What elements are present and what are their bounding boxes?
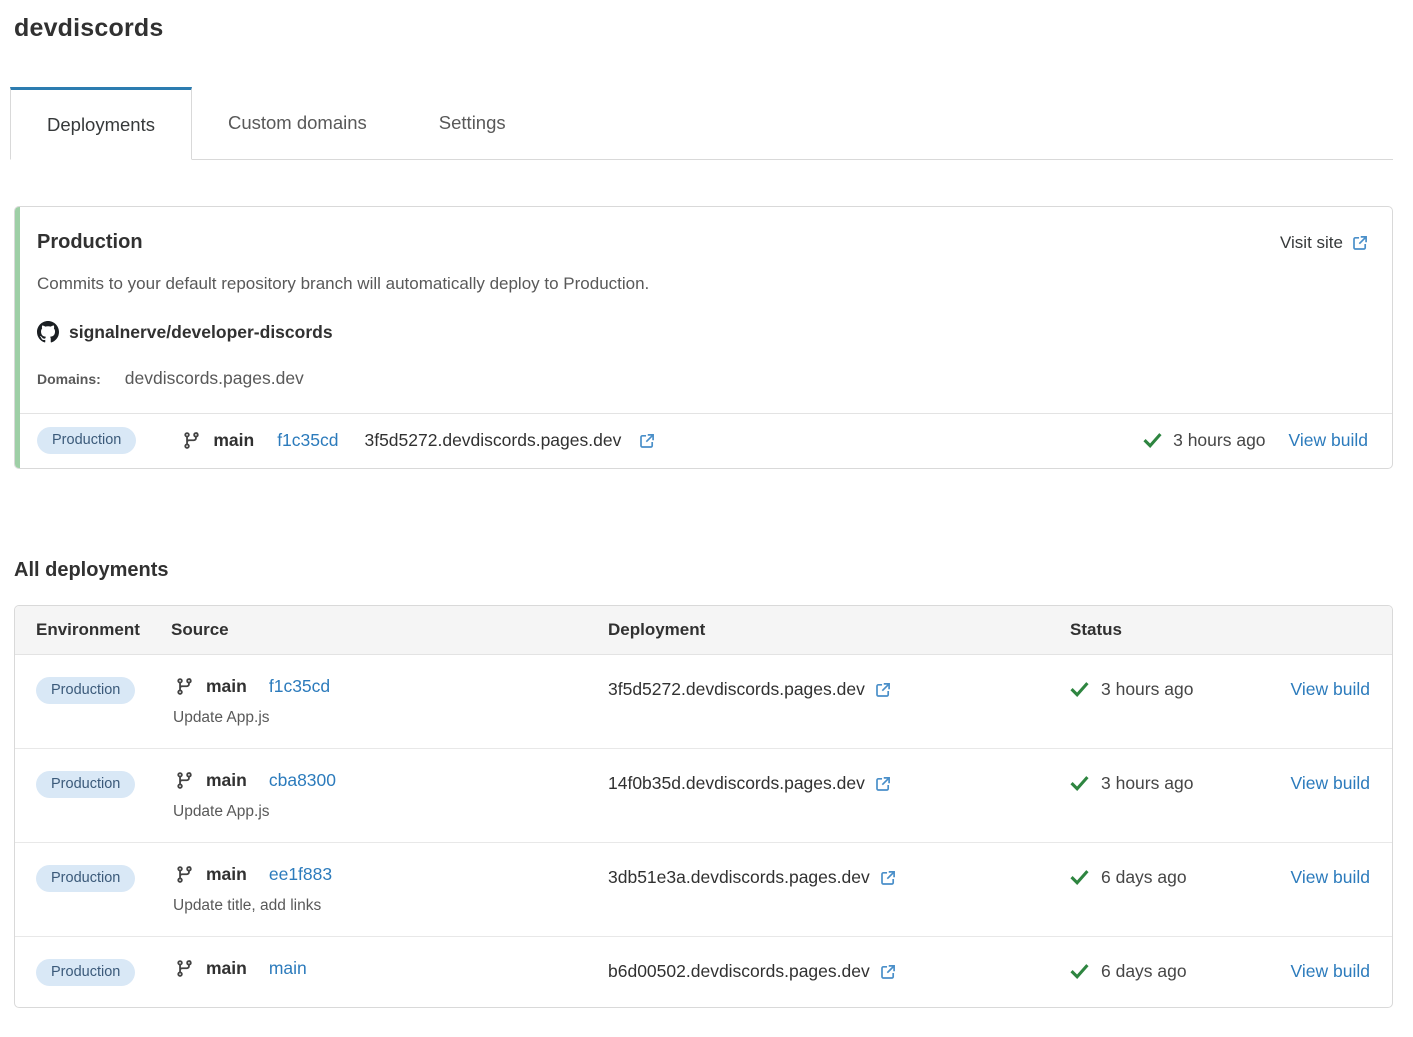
column-header-deployment: Deployment bbox=[608, 620, 1070, 640]
git-branch-icon bbox=[175, 865, 194, 884]
deployment-time: 3 hours ago bbox=[1173, 430, 1265, 451]
branch-name: main bbox=[206, 676, 247, 697]
table-row: Production main ee1f883 Update title, ad… bbox=[15, 842, 1392, 936]
git-branch-icon bbox=[136, 431, 201, 450]
deployment-time: 3 hours ago bbox=[1101, 773, 1193, 794]
commit-message: Update App.js bbox=[171, 709, 608, 727]
domains-value: devdiscords.pages.dev bbox=[125, 368, 304, 389]
production-card-body: Production Visit site Commits to your de… bbox=[15, 207, 1392, 413]
commit-link[interactable]: f1c35cd bbox=[277, 430, 338, 451]
environment-badge: Production bbox=[36, 677, 135, 704]
latest-deployment-row: Production main f1c35cd 3f5d5272.devdisc… bbox=[15, 413, 1392, 468]
external-link-icon bbox=[1352, 235, 1368, 251]
branch-name: main bbox=[206, 770, 247, 791]
view-build-link[interactable]: View build bbox=[1289, 430, 1368, 451]
commit-link[interactable]: cba8300 bbox=[269, 770, 336, 791]
git-branch-icon bbox=[175, 677, 194, 696]
tab-bar: Deployments Custom domains Settings bbox=[14, 87, 1393, 160]
column-header-environment: Environment bbox=[36, 620, 171, 640]
environment-badge: Production bbox=[37, 427, 136, 454]
deployment-time: 3 hours ago bbox=[1101, 679, 1193, 700]
external-link-icon[interactable] bbox=[880, 964, 896, 980]
table-row: Production main f1c35cd Update App.js 3f… bbox=[15, 655, 1392, 748]
view-build-link[interactable]: View build bbox=[1291, 679, 1370, 699]
view-build-link[interactable]: View build bbox=[1291, 961, 1370, 981]
git-branch-icon bbox=[175, 959, 194, 978]
visit-site-label: Visit site bbox=[1280, 233, 1343, 253]
tab-custom-domains[interactable]: Custom domains bbox=[192, 87, 403, 159]
success-check-icon bbox=[1070, 774, 1089, 793]
deployments-table: Environment Source Deployment Status Pro… bbox=[14, 605, 1393, 1008]
success-check-icon bbox=[1070, 680, 1089, 699]
environment-badge: Production bbox=[36, 771, 135, 798]
deployment-url: 3f5d5272.devdiscords.pages.dev bbox=[364, 430, 621, 451]
deployment-url: 3f5d5272.devdiscords.pages.dev bbox=[608, 679, 865, 700]
deployment-url: b6d00502.devdiscords.pages.dev bbox=[608, 961, 870, 982]
table-body: Production main f1c35cd Update App.js 3f… bbox=[15, 655, 1392, 1007]
external-link-icon[interactable] bbox=[630, 433, 655, 449]
table-row: Production main main b6d00502.devdiscord… bbox=[15, 936, 1392, 1007]
table-row: Production main cba8300 Update App.js 14… bbox=[15, 748, 1392, 842]
commit-message: Update title, add links bbox=[171, 897, 608, 915]
success-check-icon bbox=[1143, 431, 1162, 450]
view-build-link[interactable]: View build bbox=[1291, 867, 1370, 887]
deployment-time: 6 days ago bbox=[1101, 961, 1187, 982]
view-build-link[interactable]: View build bbox=[1291, 773, 1370, 793]
external-link-icon[interactable] bbox=[875, 682, 891, 698]
environment-badge: Production bbox=[36, 959, 135, 986]
commit-message: Update App.js bbox=[171, 803, 608, 821]
production-card-title: Production bbox=[37, 231, 143, 254]
environment-badge: Production bbox=[36, 865, 135, 892]
branch-name: main bbox=[206, 864, 247, 885]
github-icon bbox=[37, 321, 59, 343]
commit-link[interactable]: ee1f883 bbox=[269, 864, 332, 885]
production-description: Commits to your default repository branc… bbox=[37, 274, 1368, 294]
repo-name: signalnerve/developer-discords bbox=[69, 322, 333, 343]
column-header-source: Source bbox=[171, 620, 608, 640]
success-check-icon bbox=[1070, 868, 1089, 887]
deployment-url: 3db51e3a.devdiscords.pages.dev bbox=[608, 867, 870, 888]
external-link-icon[interactable] bbox=[880, 870, 896, 886]
page-title: devdiscords bbox=[14, 14, 1393, 43]
git-branch-icon bbox=[175, 771, 194, 790]
production-card: Production Visit site Commits to your de… bbox=[14, 206, 1393, 469]
domains-label: Domains: bbox=[37, 371, 101, 387]
success-check-icon bbox=[1070, 962, 1089, 981]
branch-name: main bbox=[206, 958, 247, 979]
tab-deployments[interactable]: Deployments bbox=[10, 87, 192, 160]
column-header-status: Status bbox=[1070, 620, 1284, 640]
tab-settings[interactable]: Settings bbox=[403, 87, 542, 159]
commit-link[interactable]: f1c35cd bbox=[269, 676, 330, 697]
all-deployments-heading: All deployments bbox=[14, 559, 1393, 582]
table-header-row: Environment Source Deployment Status bbox=[15, 606, 1392, 655]
external-link-icon[interactable] bbox=[875, 776, 891, 792]
deployment-time: 6 days ago bbox=[1101, 867, 1187, 888]
branch-name: main bbox=[213, 430, 254, 451]
visit-site-link[interactable]: Visit site bbox=[1280, 233, 1368, 253]
commit-link[interactable]: main bbox=[269, 958, 307, 979]
deployment-url: 14f0b35d.devdiscords.pages.dev bbox=[608, 773, 865, 794]
